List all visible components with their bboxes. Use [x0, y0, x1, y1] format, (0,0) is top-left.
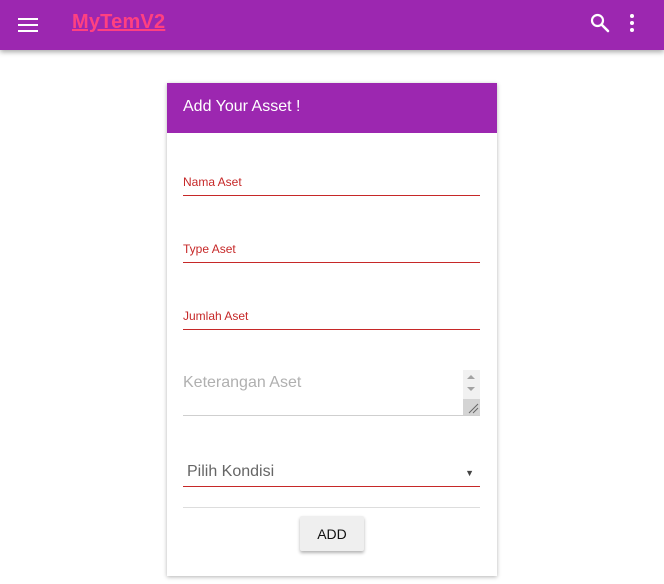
keterangan-aset-textarea[interactable] [183, 370, 463, 414]
jumlah-aset-label: Jumlah Aset [183, 309, 249, 323]
nama-aset-label: Nama Aset [183, 175, 242, 189]
type-aset-label: Type Aset [183, 242, 236, 256]
type-aset-underline [183, 262, 480, 263]
add-button[interactable]: ADD [300, 516, 364, 551]
resize-handle-icon[interactable] [463, 399, 480, 415]
dropdown-arrow-icon: ▼ [465, 468, 474, 478]
card-header: Add Your Asset ! [167, 83, 497, 133]
jumlah-aset-underline [183, 329, 480, 330]
nama-aset-field[interactable]: Nama Aset [183, 166, 484, 196]
keterangan-aset-field [183, 370, 480, 416]
search-icon[interactable] [590, 13, 610, 33]
app-bar: MyTemV2 [0, 0, 664, 50]
jumlah-aset-field[interactable]: Jumlah Aset [183, 300, 484, 330]
type-aset-field[interactable]: Type Aset [183, 233, 484, 263]
card-title: Add Your Asset ! [183, 98, 301, 115]
more-vert-icon[interactable] [626, 13, 638, 33]
app-title-link[interactable]: MyTemV2 [72, 11, 165, 34]
form-divider [183, 507, 480, 508]
scroll-up-arrow-icon[interactable] [467, 375, 475, 379]
add-asset-card: Add Your Asset ! Nama Aset Type Aset Jum… [167, 83, 497, 576]
kondisi-select-value: Pilih Kondisi [187, 463, 275, 480]
scroll-down-arrow-icon[interactable] [467, 387, 475, 391]
menu-icon[interactable] [18, 16, 38, 34]
kondisi-select[interactable]: Pilih Kondisi ▼ [183, 460, 480, 487]
nama-aset-underline [183, 195, 480, 196]
